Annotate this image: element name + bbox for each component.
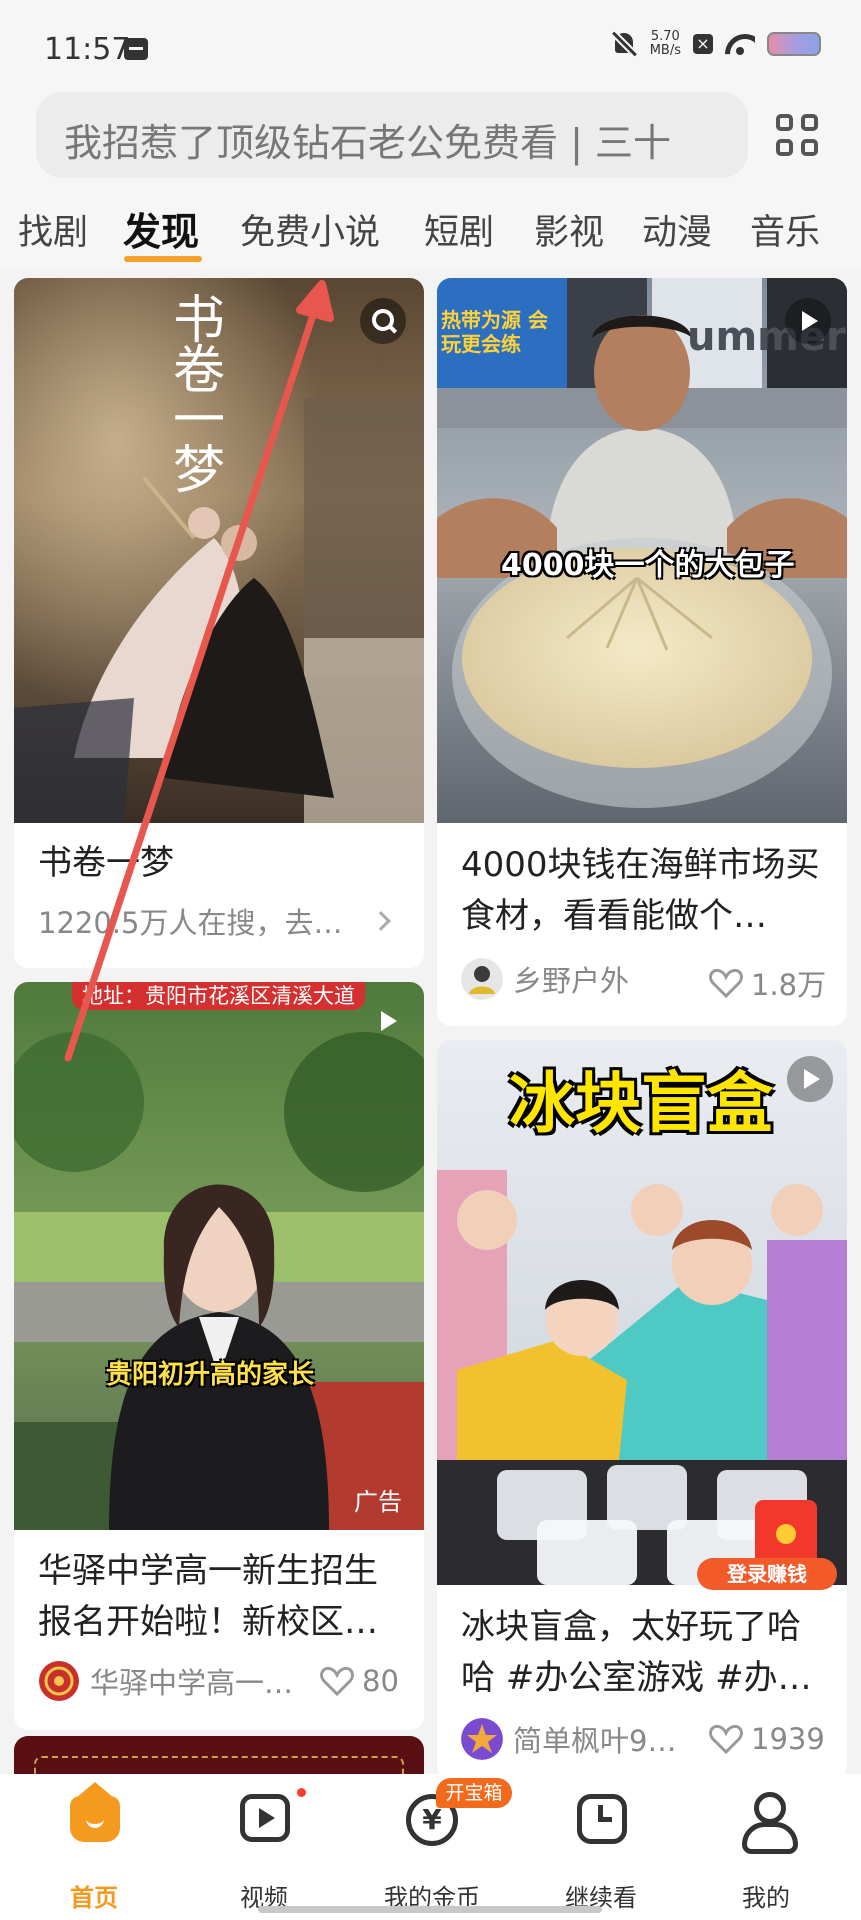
top-tabs: 找剧 发现 免费小说 短剧 影视 动漫 音乐 [0, 182, 861, 268]
author[interactable]: 华驿中学高一… [38, 1660, 293, 1702]
login-earn-badge[interactable]: 登录赚钱 [697, 1500, 841, 1600]
feed-card-ad[interactable]: 地址：贵阳市花溪区清溪大道 贵阳初升高的家长 广告 华驿中学高一新生招生报名开始… [14, 982, 424, 1730]
poster-calligraphy-title: 书卷一梦 [172, 291, 225, 501]
login-earn-label: 登录赚钱 [697, 1558, 837, 1590]
author[interactable]: 乡野户外 [461, 958, 629, 1000]
video-icon [240, 1794, 290, 1842]
status-bar: 11:57 5.70 MB/s × [0, 0, 861, 90]
heart-icon [320, 1666, 354, 1696]
home-indicator[interactable] [258, 1906, 602, 1913]
drama-poster-image: 书卷一梦 [14, 278, 424, 823]
tab-music[interactable]: 音乐 [750, 204, 820, 255]
user-icon [742, 1792, 798, 1854]
ad-caption: 贵阳初升高的家长 [106, 1360, 315, 1390]
ad-address-banner: 地址：贵阳市花溪区清溪大道 [72, 982, 365, 1010]
tab-find-drama[interactable]: 找剧 [18, 204, 88, 255]
status-time: 11:57 [44, 32, 131, 67]
tab-free-novels[interactable]: 免费小说 [240, 204, 380, 255]
message-icon [124, 38, 148, 60]
network-speed-unit: MB/s [649, 43, 681, 58]
ad-label: 广告 [354, 1488, 402, 1516]
home-icon [70, 1782, 120, 1842]
ad-video-thumbnail: 地址：贵阳市花溪区清溪大道 贵阳初升高的家长 广告 [14, 982, 424, 1530]
card-title: 华驿中学高一新生招生报名开始啦！新校区… [38, 1551, 378, 1642]
video-headline: 冰块盲盒 [509, 1065, 773, 1142]
search-row: 我招惹了顶级钻石老公免费看 | 三十 [0, 90, 861, 182]
like-count: 1.8万 [751, 968, 827, 1002]
search-placeholder: 我招惹了顶级钻石老公免费看 | 三十 [64, 121, 671, 165]
active-tab-indicator [124, 256, 202, 262]
card-title: 冰块盲盒，太好玩了哈哈 #办公室游戏 #办… [461, 1607, 812, 1698]
heart-icon [709, 968, 743, 998]
like-count: 1939 [751, 1722, 825, 1756]
avatar [39, 1661, 79, 1701]
status-icons: 5.70 MB/s × [610, 30, 821, 58]
battery-icon [767, 32, 821, 56]
search-icon[interactable] [360, 298, 406, 344]
feed-card-drama[interactable]: 书卷一梦 书卷一梦 1220.5万人在搜，去… [14, 278, 424, 968]
like-button[interactable]: 1939 [709, 1722, 825, 1756]
clock-icon [577, 1794, 627, 1844]
avatar [461, 958, 503, 1000]
author[interactable]: 简单枫叶9… [461, 1718, 676, 1760]
tab-anime[interactable]: 动漫 [642, 204, 712, 255]
like-count: 80 [362, 1664, 399, 1698]
background-banner-text: 热带为源 会玩更会练 [441, 308, 548, 356]
mute-icon [610, 30, 638, 58]
play-icon [364, 998, 410, 1044]
author-name: 华驿中学高一… [90, 1666, 294, 1700]
card-title: 书卷一梦 [38, 843, 174, 883]
x-icon: × [693, 34, 713, 54]
open-treasure-badge[interactable]: 开宝箱 [436, 1778, 512, 1808]
feed-card-ice-box[interactable]: 冰块盲盒 登录赚钱 冰块盲盒，太好玩了哈哈 #办公室游戏 #办… 简单枫叶9… … [437, 1040, 847, 1780]
network-speed: 5.70 MB/s [650, 30, 681, 58]
network-speed-value: 5.70 [650, 29, 680, 44]
video-caption: 4000块一个的大包子 [501, 548, 795, 583]
nav-me-label: 我的 [742, 1884, 790, 1912]
video-thumbnail: 热带为源 会玩更会练 ummer 4000块一个的大包子 [437, 278, 847, 823]
category-grid-icon[interactable] [776, 114, 818, 156]
author-name: 简单枫叶9… [513, 1724, 677, 1758]
tab-film-tv[interactable]: 影视 [534, 204, 604, 255]
nav-home-label: 首页 [70, 1884, 118, 1912]
chevron-right-icon[interactable] [371, 911, 391, 931]
search-count-text: 1220.5万人在搜，去… [38, 906, 343, 940]
feed-card-food-video[interactable]: 热带为源 会玩更会练 ummer 4000块一个的大包子 4000块钱在海鲜市场… [437, 278, 847, 1026]
card-title: 4000块钱在海鲜市场买食材，看看能做个… [461, 845, 820, 936]
play-icon [785, 298, 831, 344]
avatar [461, 1718, 503, 1760]
notification-dot [297, 1788, 306, 1797]
like-button[interactable]: 80 [320, 1664, 399, 1698]
like-button[interactable]: 1.8万 [709, 962, 826, 1004]
author-name: 乡野户外 [513, 964, 630, 998]
wifi-icon [725, 32, 755, 56]
play-icon [787, 1056, 833, 1102]
tab-short-drama[interactable]: 短剧 [424, 204, 494, 255]
heart-icon [709, 1724, 743, 1754]
bottom-navigation: 首页 视频 ¥ 开宝箱 我的金币 继续看 我的 [0, 1774, 861, 1920]
tab-discover[interactable]: 发现 [123, 201, 199, 256]
search-input[interactable]: 我招惹了顶级钻石老公免费看 | 三十 [36, 92, 748, 178]
